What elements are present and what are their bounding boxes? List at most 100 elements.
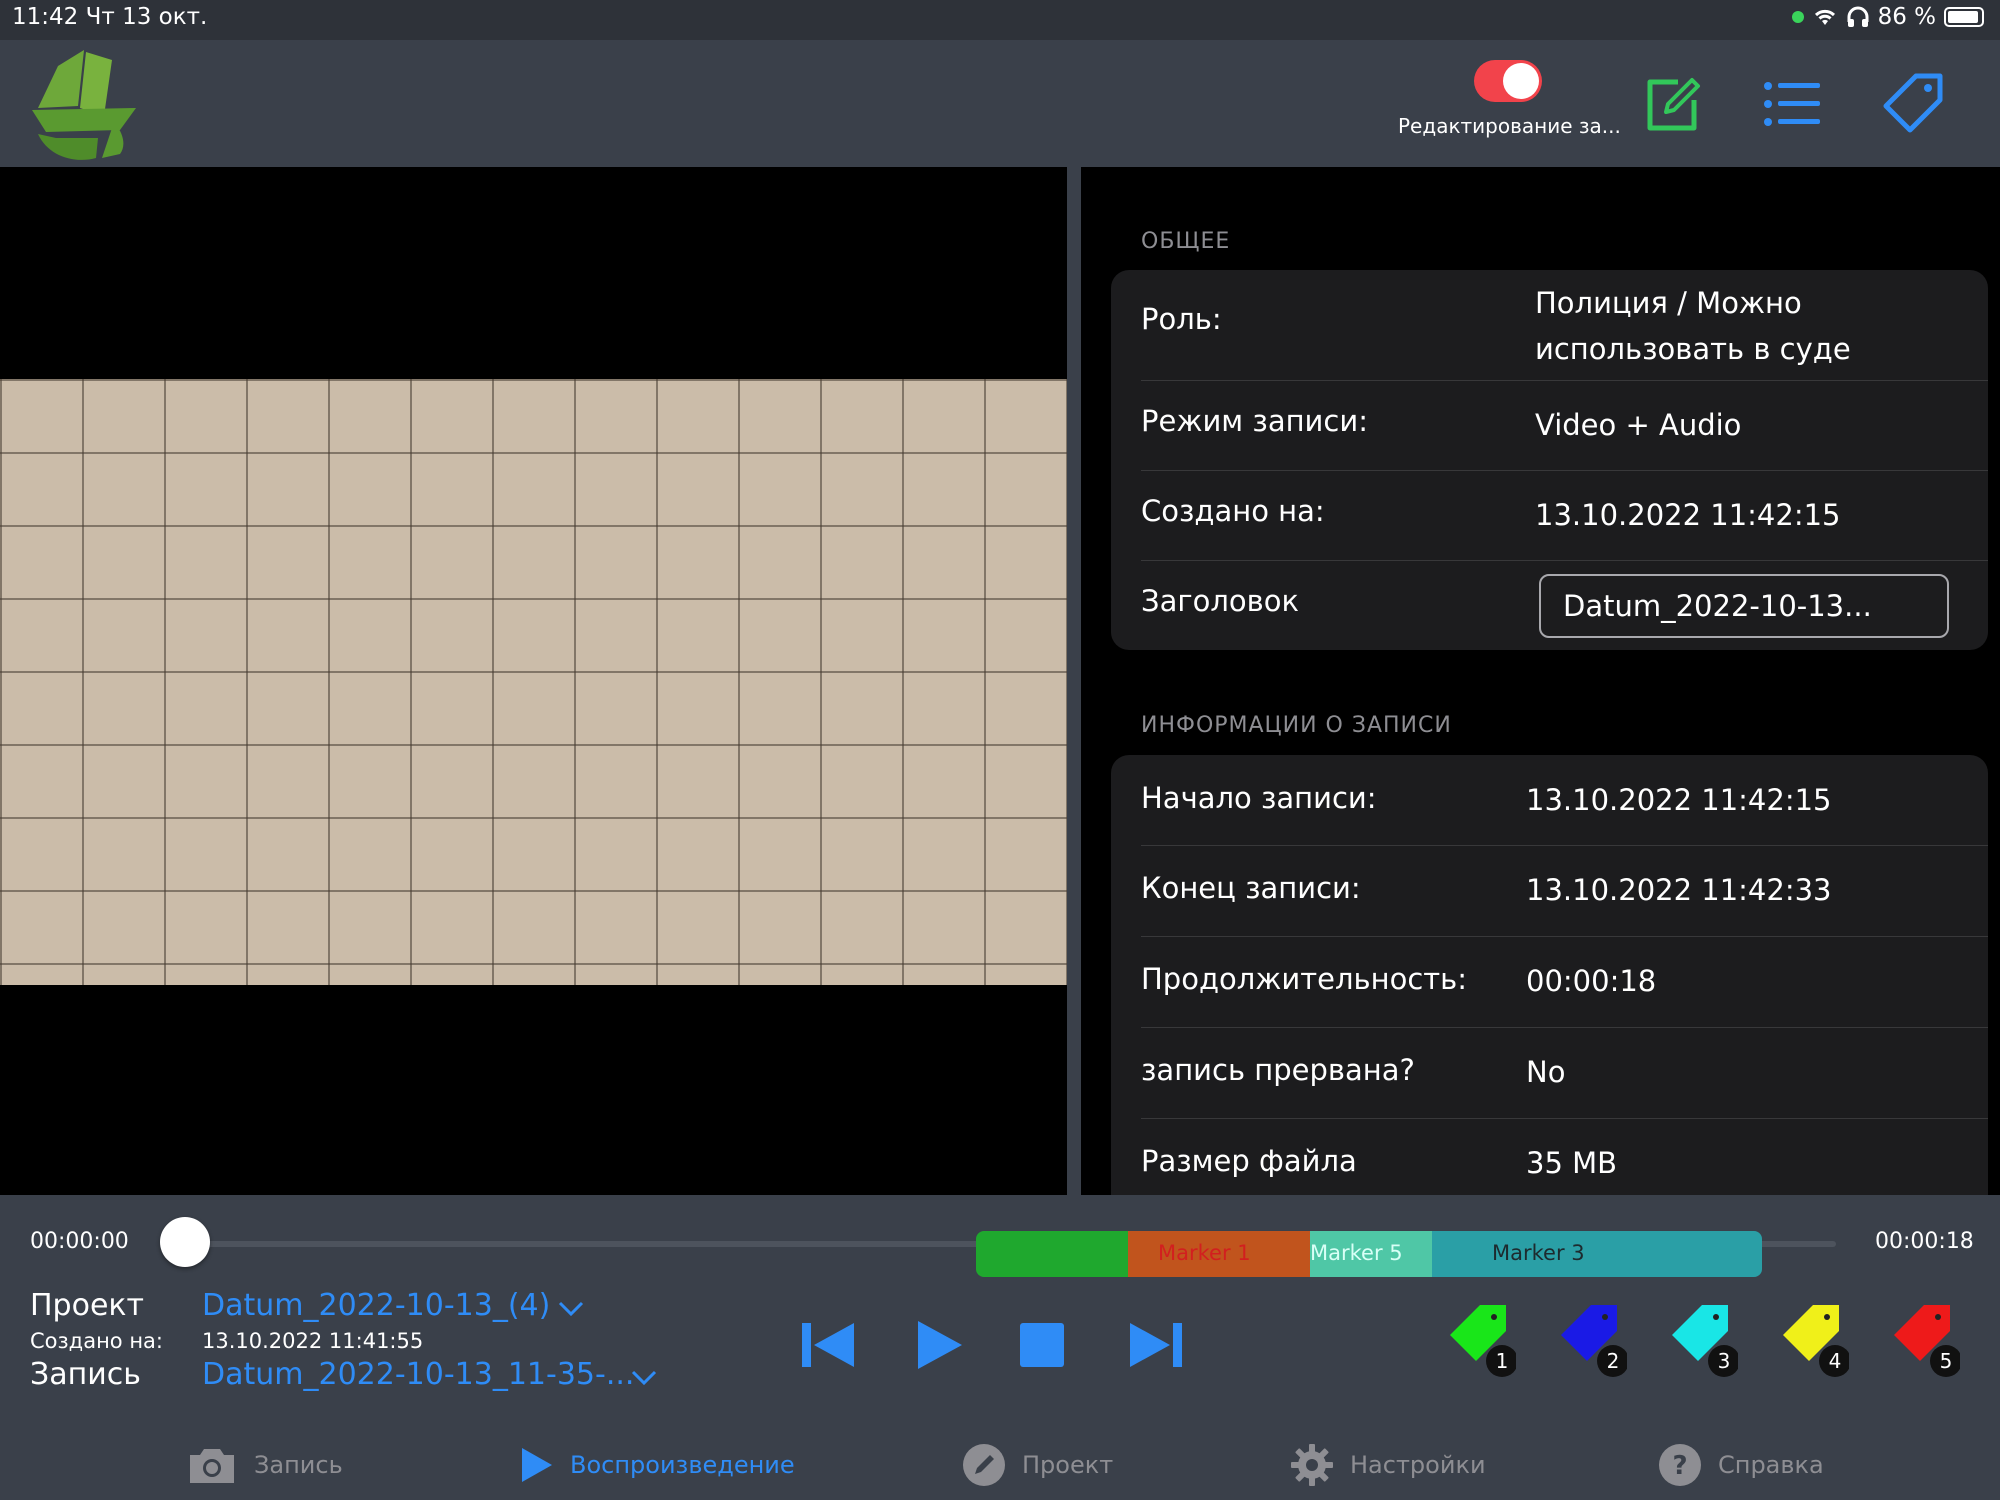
list-icon[interactable]: [1760, 72, 1824, 136]
top-bar: Редактирование за...: [0, 40, 2000, 167]
role-label: Роль:: [1141, 302, 1222, 336]
camera-active-dot: [1791, 11, 1804, 23]
project-selector[interactable]: Datum_2022-10-13_(4): [202, 1288, 550, 1323]
tag-3-button[interactable]: 3: [1668, 1301, 1738, 1379]
total-time: 00:00:18: [1875, 1229, 1974, 1254]
battery-percent: 86 %: [1877, 4, 1936, 30]
record-end-label: Конец записи:: [1141, 871, 1361, 905]
interrupted-row: запись прервана? No: [1141, 1027, 1988, 1119]
pane-divider: [1067, 167, 1081, 1195]
record-start-label: Начало записи:: [1141, 781, 1377, 815]
marker-segment-1[interactable]: Marker 1: [1128, 1231, 1310, 1277]
status-bar: 11:42 Чт 13 окт. 86 %: [0, 0, 2000, 40]
interrupted-label: запись прервана?: [1141, 1053, 1415, 1087]
record-end-row: Конец записи: 13.10.2022 11:42:33: [1141, 845, 1988, 937]
tab-help[interactable]: ? Справка: [1658, 1430, 1824, 1500]
record-end-value: 13.10.2022 11:42:33: [1526, 873, 1832, 907]
mode-label: Режим записи:: [1141, 404, 1368, 438]
svg-text:4: 4: [1829, 1349, 1842, 1373]
interrupted-value: No: [1526, 1055, 1566, 1089]
tag-2-button[interactable]: 2: [1557, 1301, 1627, 1379]
wifi-icon: [1814, 9, 1835, 25]
playback-panel: 00:00:00 00:00:18 Marker 1 Marker 5 Mark…: [0, 1195, 2000, 1500]
headphones-icon: [1847, 6, 1869, 27]
tab-record[interactable]: Запись: [186, 1430, 343, 1500]
mode-row: Режим записи: Video + Audio: [1141, 380, 1988, 471]
duration-row: Продолжительность: 00:00:18: [1141, 936, 1988, 1028]
edit-mode-toggle[interactable]: [1474, 60, 1542, 102]
tab-settings-label: Настройки: [1350, 1451, 1486, 1479]
chevron-down-icon[interactable]: [558, 1301, 584, 1317]
current-time: 00:00:00: [30, 1229, 129, 1254]
tag-1-button[interactable]: 1: [1446, 1301, 1516, 1379]
play-icon: [522, 1448, 552, 1482]
mode-value: Video + Audio: [1535, 408, 1742, 442]
svg-text:?: ?: [1672, 1451, 1687, 1481]
tag-icon[interactable]: [1882, 72, 1946, 136]
title-label: Заголовок: [1141, 584, 1299, 618]
tab-project-label: Проект: [1022, 1451, 1114, 1479]
marker-segment-5[interactable]: Marker 5: [1310, 1231, 1432, 1277]
created-row: Создано на: 13.10.2022 11:42:15: [1141, 470, 1988, 561]
gear-icon: [1291, 1444, 1333, 1486]
duration-label: Продолжительность:: [1141, 962, 1468, 996]
skip-back-icon[interactable]: [798, 1313, 862, 1377]
record-start-row: Начало записи: 13.10.2022 11:42:15: [1141, 755, 1988, 846]
marker-5-label: Marker 5: [1310, 1241, 1403, 1265]
tab-playback-label: Воспроизведение: [570, 1451, 795, 1479]
filesize-row: Размер файла 35 MB: [1141, 1118, 1988, 1195]
chevron-down-icon[interactable]: [631, 1370, 657, 1386]
battery-icon: [1944, 7, 1984, 27]
info-panel: ОБЩЕЕ Роль: Полиция / Можно использовать…: [1081, 167, 2000, 1195]
marker-strip[interactable]: Marker 1 Marker 5 Marker 3: [976, 1231, 1762, 1277]
app-logo: [32, 50, 136, 160]
filesize-value: 35 MB: [1526, 1146, 1618, 1180]
tag-5-button[interactable]: 5: [1890, 1301, 1960, 1379]
filesize-label: Размер файла: [1141, 1144, 1357, 1178]
edit-mode-label: Редактирование за...: [1398, 114, 1621, 138]
svg-text:5: 5: [1940, 1349, 1953, 1373]
record-info-section-header: ИНФОРМАЦИИ О ЗАПИСИ: [1141, 713, 1452, 738]
pencil-icon: [963, 1444, 1005, 1486]
marker-3-label: Marker 3: [1492, 1241, 1585, 1265]
svg-text:1: 1: [1496, 1349, 1509, 1373]
tab-project[interactable]: Проект: [962, 1430, 1113, 1500]
duration-value: 00:00:18: [1526, 964, 1657, 998]
tab-settings[interactable]: Настройки: [1290, 1430, 1486, 1500]
general-card: Роль: Полиция / Можно использовать в суд…: [1111, 270, 1988, 650]
role-value: Полиция / Можно использовать в суде: [1535, 286, 1851, 366]
project-label: Проект: [30, 1288, 145, 1323]
edit-mode-toggle-group: Редактирование за...: [1398, 60, 1621, 138]
record-label: Запись: [30, 1357, 141, 1392]
tab-record-label: Запись: [254, 1451, 343, 1479]
tab-playback[interactable]: Воспроизведение: [520, 1430, 795, 1500]
status-time-date: 11:42 Чт 13 окт.: [12, 4, 208, 30]
title-input[interactable]: Datum_2022-10-13...: [1539, 574, 1949, 638]
marker-segment-3[interactable]: Marker 3: [1432, 1231, 1762, 1277]
marker-segment-green[interactable]: [976, 1231, 1128, 1277]
created-label: Создано на:: [1141, 494, 1325, 528]
tab-bar: Запись Воспроизведение Проект Настройки …: [0, 1430, 2000, 1500]
camera-icon: [190, 1449, 234, 1483]
project-created-value: 13.10.2022 11:41:55: [202, 1329, 424, 1353]
stop-icon[interactable]: [1010, 1313, 1074, 1377]
title-row: Заголовок Datum_2022-10-13...: [1141, 560, 1988, 650]
tag-4-button[interactable]: 4: [1779, 1301, 1849, 1379]
project-created-label: Создано на:: [30, 1329, 163, 1353]
video-frame: [0, 379, 1067, 985]
svg-text:2: 2: [1607, 1349, 1620, 1373]
role-row: Роль: Полиция / Можно использовать в суд…: [1141, 270, 1988, 381]
skip-forward-icon[interactable]: [1122, 1313, 1186, 1377]
record-info-card: Начало записи: 13.10.2022 11:42:15 Конец…: [1111, 755, 1988, 1195]
general-section-header: ОБЩЕЕ: [1141, 229, 1231, 254]
video-player[interactable]: [0, 167, 1067, 1195]
timeline-scrubber[interactable]: [160, 1217, 210, 1267]
help-icon: ?: [1659, 1444, 1701, 1486]
svg-text:3: 3: [1718, 1349, 1731, 1373]
tab-help-label: Справка: [1718, 1451, 1824, 1479]
play-icon[interactable]: [906, 1313, 970, 1377]
record-start-value: 13.10.2022 11:42:15: [1526, 783, 1832, 817]
status-indicators: 86 %: [1791, 4, 1984, 30]
record-selector[interactable]: Datum_2022-10-13_11-35-...: [202, 1357, 634, 1392]
edit-icon[interactable]: [1640, 72, 1704, 136]
